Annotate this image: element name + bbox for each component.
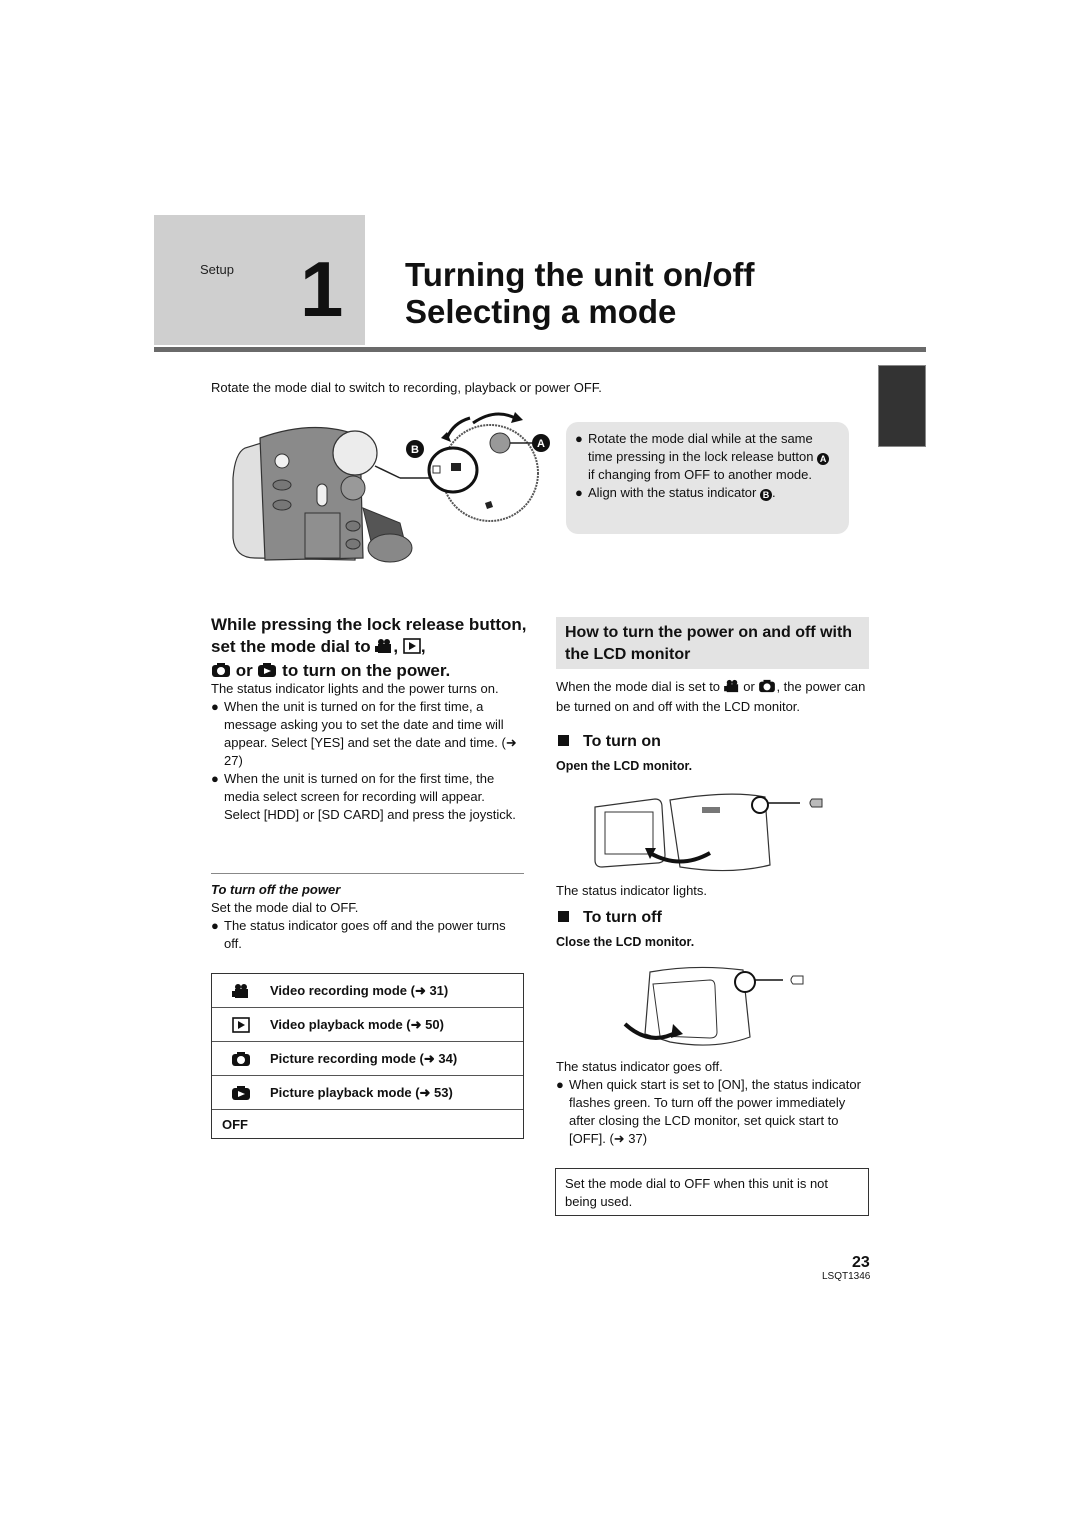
turn-off-power-heading: To turn off the power [211,882,341,897]
turn-off-result: The status indicator goes off. [556,1059,723,1074]
turn-on-instruction: Open the LCD monitor. [556,759,693,773]
video-playback-icon [212,1016,270,1033]
chapter-number: 1 [300,245,344,333]
turn-on-result: The status indicator lights. [556,883,708,898]
bullet-icon: ● [575,431,583,446]
mode-row-video-playback: Video playback mode (➜ 50) [212,1008,523,1042]
title-line-1: Turning the unit on/off [405,256,755,293]
callout-b-icon: B [759,489,772,501]
document-code: LSQT1346 [822,1271,871,1282]
callout-b-marker: B [406,440,424,458]
mode-label: Video playback mode (➜ 50) [270,1016,444,1032]
square-bullet-icon [558,735,569,746]
turn-off-power-bullet: ● The status indicator goes off and the … [211,918,506,951]
step-description: The status indicator lights and the powe… [211,681,499,696]
lcd-open-illustration [594,793,823,872]
picture-playback-icon [212,1085,270,1101]
page-number: 23 [852,1254,870,1271]
intro-text: Rotate the mode dial to switch to record… [211,380,602,395]
step-bullet: ● When the unit is turned on for the fir… [211,699,517,768]
page-title: Turning the unit on/off Selecting a mode [405,256,754,330]
step-body: The status indicator lights and the powe… [211,680,523,824]
mode-row-picture-playback: Picture playback mode (➜ 53) [212,1076,523,1110]
callout-b-label: B [411,444,419,456]
turn-off-power-section: To turn off the power Set the mode dial … [211,881,523,953]
camcorder-body [232,426,413,563]
title-line-2: Selecting a mode [405,293,677,330]
lcd-section-intro: When the mode dial is set to or , the po… [556,679,866,714]
video-camera-icon [212,983,270,999]
lcd-close-illustration [623,966,804,1046]
square-bullet-icon [558,911,569,922]
dial-note-item: ● Rotate the mode dial while at the same… [575,430,839,484]
mode-label: Video recording mode (➜ 31) [270,982,449,998]
video-camera-icon [375,638,393,660]
turn-off-instruction: Close the LCD monitor. [556,935,695,949]
header-rule [154,347,926,352]
lcd-section-heading: How to turn the power on and off with th… [556,617,869,669]
camera-icon [212,1051,270,1067]
video-camera-icon [723,679,740,698]
turn-off-section-text: The status indicator goes off. ● When qu… [556,1058,868,1148]
chapter-side-tab [878,365,926,447]
section-label: Setup [200,262,234,277]
mode-row-off: OFF [212,1110,523,1138]
bullet-icon: ● [211,771,219,786]
dial-note-item: ● Align with the status indicator B. [575,485,776,501]
turn-off-power-text: Set the mode dial to OFF. [211,900,359,915]
callout-a-icon: A [817,453,830,465]
bullet-icon: ● [211,699,219,714]
step-bullet: ● When the unit is turned on for the fir… [211,771,516,822]
bullet-icon: ● [211,918,219,933]
mode-label: Picture recording mode (➜ 34) [270,1050,458,1066]
step-heading: While pressing the lock release button, … [211,614,531,684]
video-playback-icon [403,638,421,660]
turn-on-heading: To turn on [556,733,868,751]
mode-row-picture-recording: Picture recording mode (➜ 34) [212,1042,523,1076]
mode-label: Picture playback mode (➜ 53) [270,1084,453,1100]
turn-off-bullet: ● When quick start is set to [ON], the s… [556,1077,861,1146]
callout-a-marker: A [532,434,550,452]
mode-dial-closeup [427,412,539,522]
note-frame: Set the mode dial to OFF when this unit … [555,1168,869,1216]
turn-off-heading: To turn off [556,909,868,927]
callout-a-label: A [537,438,545,450]
dial-notes-box: ● Rotate the mode dial while at the same… [566,422,849,534]
bullet-icon: ● [556,1077,564,1092]
mode-table: Video recording mode (➜ 31) Video playba… [211,973,524,1139]
section-divider [211,873,524,874]
camcorder-mode-dial-illustration: A B [232,412,550,563]
mode-label: OFF [222,1116,248,1132]
bullet-icon: ● [575,485,583,500]
mode-row-video-recording: Video recording mode (➜ 31) [212,974,523,1008]
camera-icon [758,679,776,698]
